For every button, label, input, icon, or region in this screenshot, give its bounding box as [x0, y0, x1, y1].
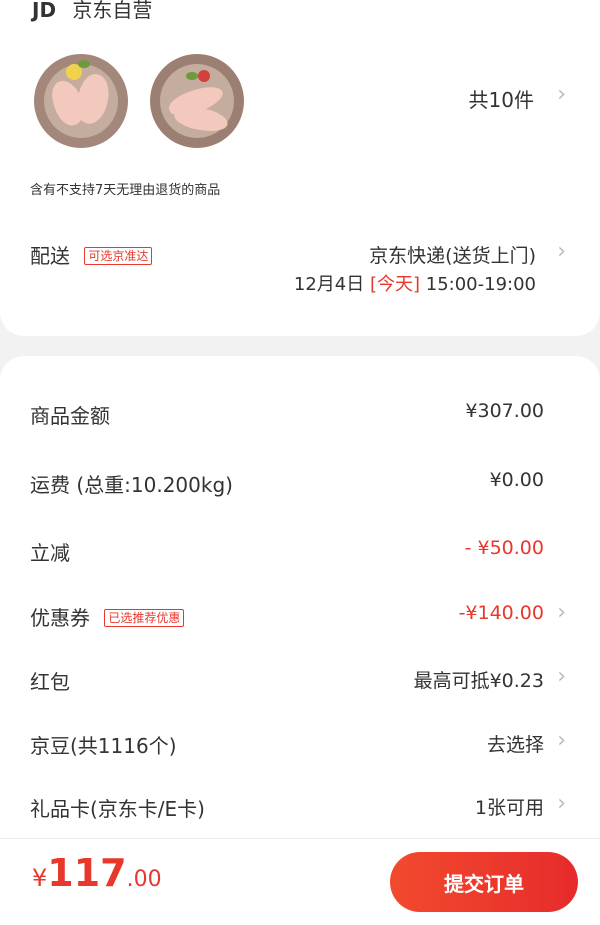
chevron-right-icon[interactable]: ›	[557, 82, 566, 107]
chevron-right-icon[interactable]: ›	[557, 728, 566, 753]
delivery-time[interactable]: 12月4日 [今天] 15:00-19:00	[294, 270, 536, 296]
chevron-right-icon[interactable]: ›	[557, 239, 566, 264]
gift-card-label: 礼品卡(京东卡/E卡)	[30, 797, 205, 821]
checkout-bar: ¥117.00 提交订单	[0, 838, 600, 925]
fees-card: 商品金额 ¥307.00 运费 (总重:10.200kg) ¥0.00 立减 -…	[0, 356, 600, 856]
today-tag: [今天]	[369, 274, 421, 295]
chevron-right-icon[interactable]: ›	[557, 600, 566, 625]
currency-symbol: ¥	[32, 864, 48, 892]
shipping-fee-value: ¥0.00	[489, 469, 544, 491]
gift-card-value[interactable]: 1张可用	[475, 793, 544, 820]
coupon-label: 优惠券	[30, 606, 90, 630]
shipping-fee-label: 运费 (总重:10.200kg)	[30, 473, 233, 497]
product-thumbnail-chicken-breast[interactable]	[34, 54, 128, 148]
return-policy-note: 含有不支持7天无理由退货的商品	[30, 183, 221, 198]
total-integer: 117	[47, 851, 127, 895]
coupon-badge: 已选推荐优惠	[104, 609, 185, 627]
instant-discount-label: 立减	[30, 541, 70, 565]
delivery-date: 12月4日	[293, 274, 365, 295]
red-packet-label: 红包	[30, 670, 70, 694]
product-thumbnail-drumsticks[interactable]	[150, 54, 244, 148]
delivery-label: 配送	[30, 244, 70, 268]
coupon-row-label[interactable]: 优惠券 已选推荐优惠	[30, 602, 185, 631]
goods-amount-label: 商品金额	[30, 404, 110, 428]
jzd-badge[interactable]: 可选京准达	[84, 247, 153, 265]
chevron-right-icon[interactable]: ›	[557, 664, 566, 689]
goods-amount-value: ¥307.00	[465, 400, 544, 422]
jd-logo: JD	[32, 0, 57, 22]
red-packet-value[interactable]: 最高可抵¥0.23	[414, 666, 544, 693]
total-decimal: .00	[126, 867, 162, 892]
submit-order-button[interactable]: 提交订单	[390, 852, 578, 912]
delivery-time-window: 15:00-19:00	[425, 274, 536, 295]
jd-beans-label: 京豆(共1116个)	[30, 734, 177, 758]
instant-discount-value: - ¥50.00	[464, 537, 544, 559]
delivery-method[interactable]: 京东快递(送货上门)	[369, 241, 536, 268]
store-name: 京东自营	[72, 0, 153, 22]
coupon-value[interactable]: -¥140.00	[459, 602, 544, 624]
item-count[interactable]: 共10件	[469, 84, 534, 113]
jd-beans-value[interactable]: 去选择	[487, 730, 544, 757]
delivery-label-row: 配送 可选京准达	[30, 240, 153, 269]
store-header: JD 京东自营	[32, 0, 152, 23]
chevron-right-icon[interactable]: ›	[557, 791, 566, 816]
order-items-card: JD 京东自营 共10件 › 含有不支持7天无理由退货的商品 配送 可选京准达 …	[0, 0, 600, 336]
order-total: ¥117.00	[32, 851, 162, 895]
